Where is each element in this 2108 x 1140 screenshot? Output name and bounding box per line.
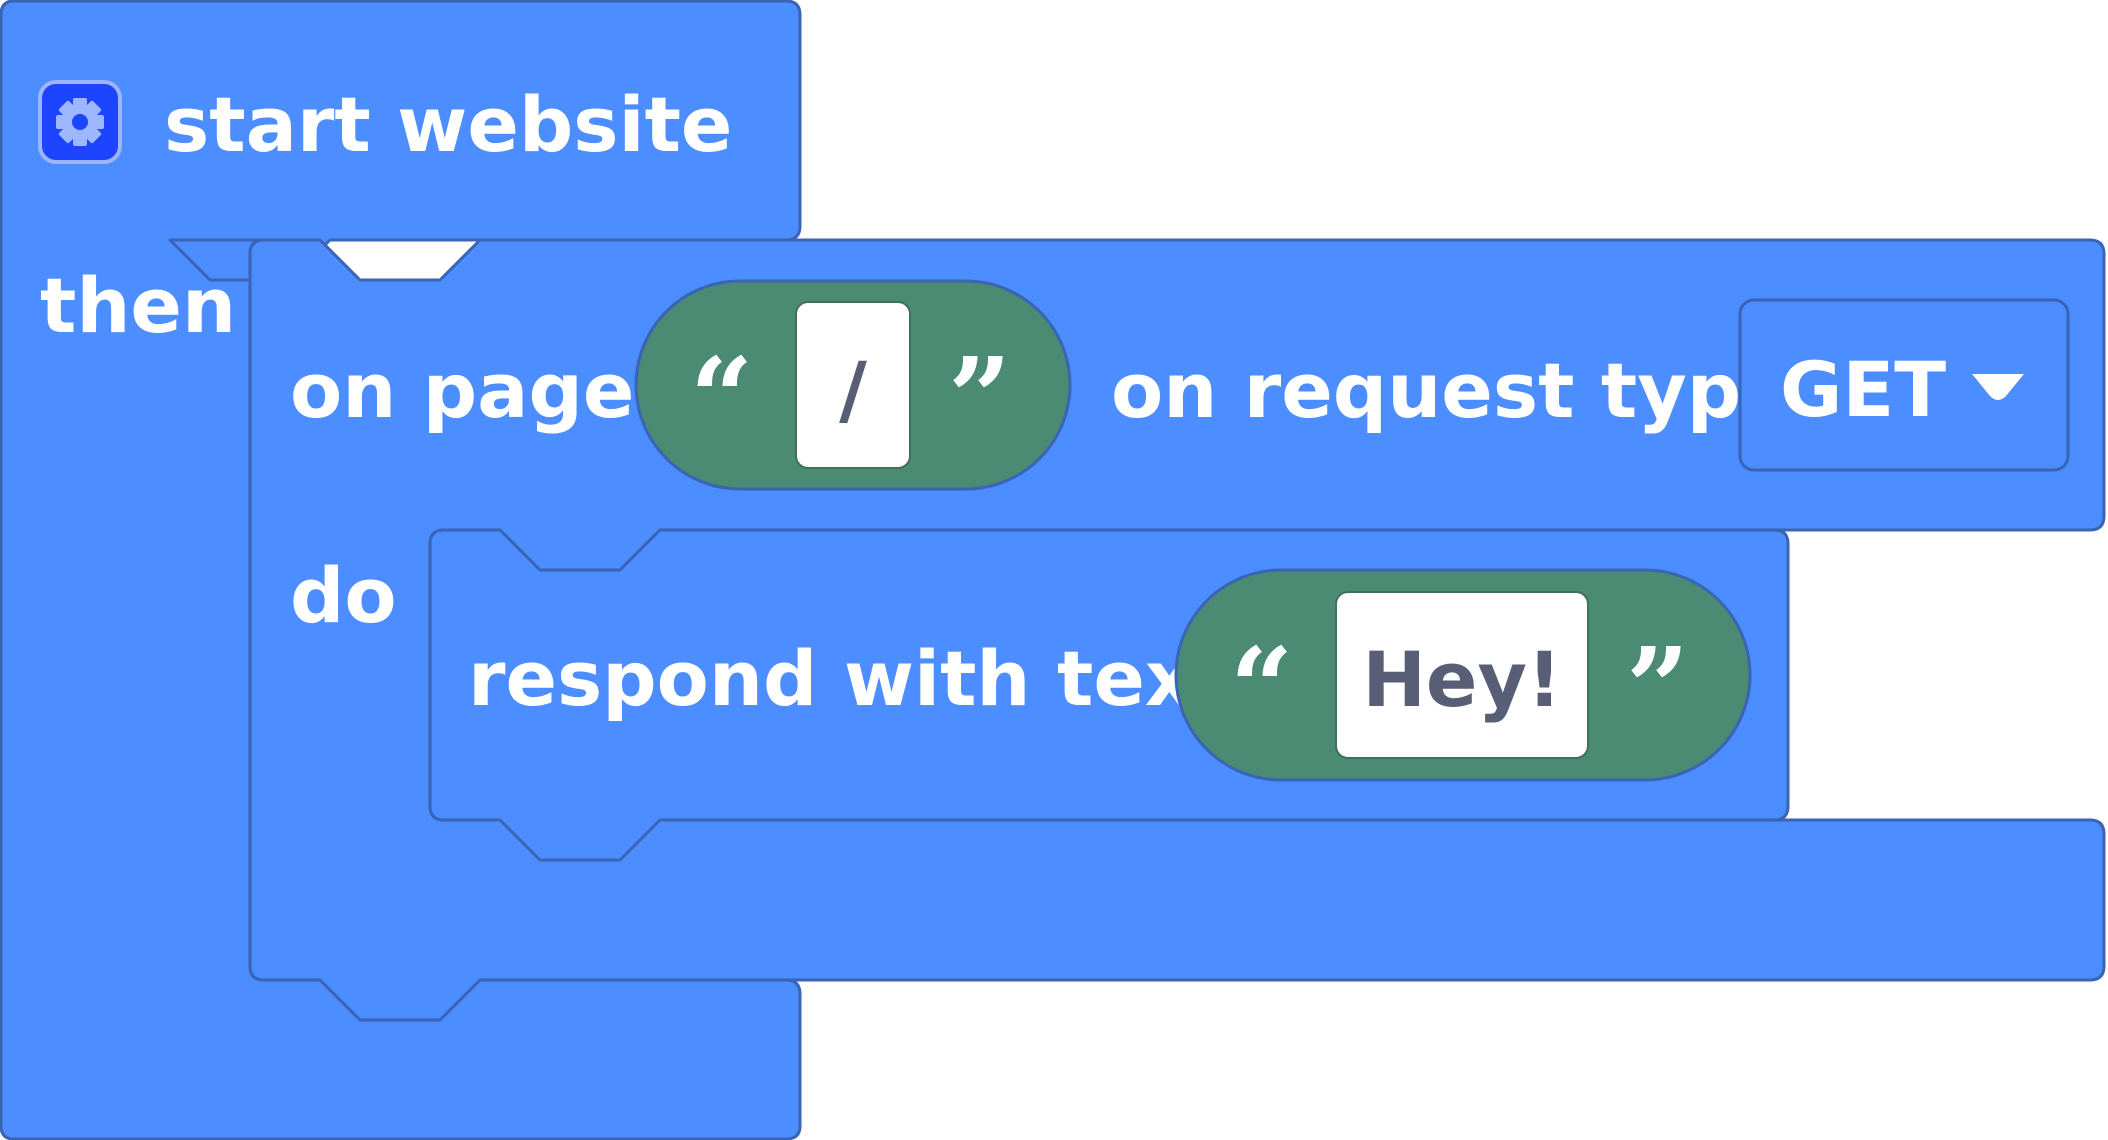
- on-page-label: on page: [290, 346, 634, 435]
- on-request-type-label: on request type: [1111, 346, 1793, 435]
- request-type-value: GET: [1780, 345, 1946, 434]
- respond-with-text-label: respond with text: [468, 634, 1230, 723]
- page-path-string[interactable]: “ / ”: [634, 279, 1072, 491]
- then-label: then: [40, 261, 236, 350]
- page-path-value: /: [839, 345, 867, 434]
- request-type-dropdown[interactable]: GET: [1738, 298, 2070, 472]
- do-label: do: [290, 551, 397, 640]
- blocks-workspace: start website then on page “ / ” on requ…: [0, 0, 2106, 1140]
- gear-icon: [38, 80, 122, 164]
- response-text-string[interactable]: “ Hey! ”: [1174, 568, 1752, 782]
- start-website-label: start website: [164, 80, 732, 169]
- close-quote-icon: ”: [1626, 623, 1689, 752]
- open-quote-icon: “: [690, 333, 753, 462]
- close-quote-icon: ”: [948, 333, 1011, 462]
- response-text-value: Hey!: [1362, 635, 1561, 724]
- open-quote-icon: “: [1230, 623, 1293, 752]
